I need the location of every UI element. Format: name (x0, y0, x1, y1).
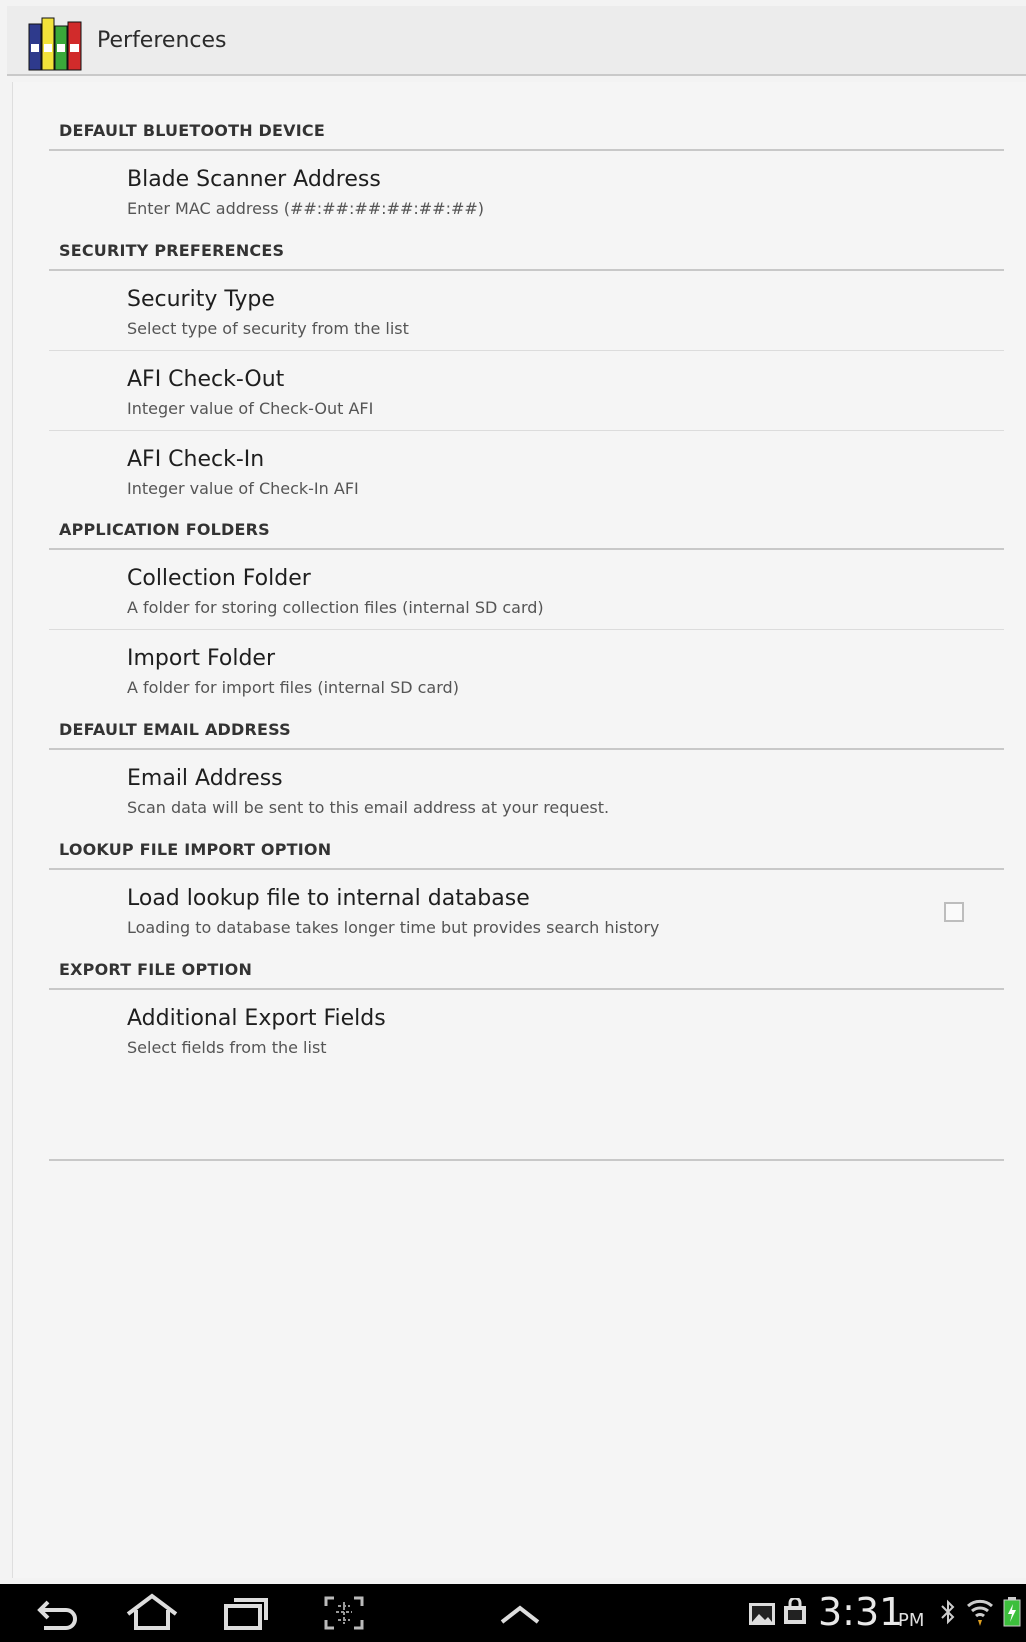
section-header-lookup: LOOKUP FILE IMPORT OPTION (49, 830, 1004, 870)
up-arrow-icon[interactable] (490, 1592, 550, 1634)
pref-security-type[interactable]: Security Type Select type of security fr… (49, 271, 1004, 351)
pref-summary: Select type of security from the list (127, 319, 409, 338)
pref-collection-folder[interactable]: Collection Folder A folder for storing c… (49, 550, 1004, 630)
clock-time: 3:31 (818, 1590, 904, 1634)
pref-title: Blade Scanner Address (127, 167, 381, 192)
section-header-label: LOOKUP FILE IMPORT OPTION (59, 840, 332, 859)
preferences-list[interactable]: DEFAULT BLUETOOTH DEVICE Blade Scanner A… (12, 82, 1026, 1578)
pref-title: Load lookup file to internal database (127, 886, 530, 911)
pref-afi-check-in[interactable]: AFI Check-In Integer value of Check-In A… (49, 431, 1004, 511)
gallery-icon (748, 1602, 776, 1630)
pref-title: Security Type (127, 287, 275, 312)
system-bar: 3:31 PM (0, 1584, 1026, 1642)
pref-title: Additional Export Fields (127, 1006, 386, 1031)
section-header-folders: APPLICATION FOLDERS (49, 510, 1004, 550)
section-header-export: EXPORT FILE OPTION (49, 950, 1004, 990)
shopping-bag-icon (782, 1596, 808, 1630)
section-header-label: SECURITY PREFERENCES (59, 241, 285, 260)
section-header-label: DEFAULT EMAIL ADDRESS (59, 720, 291, 739)
pref-import-folder[interactable]: Import Folder A folder for import files … (49, 630, 1004, 710)
pref-summary: A folder for storing collection files (i… (127, 598, 544, 617)
pref-title: Collection Folder (127, 566, 311, 591)
clock-ampm: PM (898, 1610, 925, 1631)
screen: Perferences DEFAULT BLUETOOTH DEVICE Bla… (0, 0, 1026, 1642)
pref-load-lookup-file[interactable]: Load lookup file to internal database Lo… (49, 870, 1004, 950)
section-header-bluetooth: DEFAULT BLUETOOTH DEVICE (49, 111, 1004, 151)
screenshot-icon[interactable] (314, 1592, 374, 1634)
recent-apps-icon[interactable] (216, 1592, 276, 1634)
pref-summary: A folder for import files (internal SD c… (127, 678, 459, 697)
wifi-icon (966, 1598, 994, 1632)
pref-summary: Loading to database takes longer time bu… (127, 918, 660, 937)
pref-title: AFI Check-In (127, 447, 265, 472)
pref-summary: Select fields from the list (127, 1038, 327, 1057)
section-header-label: APPLICATION FOLDERS (59, 520, 270, 539)
page-title: Perferences (97, 28, 227, 53)
section-header-security: SECURITY PREFERENCES (49, 231, 1004, 271)
section-header-email: DEFAULT EMAIL ADDRESS (49, 710, 1004, 750)
load-lookup-checkbox[interactable] (944, 902, 964, 922)
pref-summary: Integer value of Check-In AFI (127, 479, 359, 498)
books-icon[interactable] (27, 14, 89, 72)
pref-email-address[interactable]: Email Address Scan data will be sent to … (49, 750, 1004, 830)
pref-title: AFI Check-Out (127, 367, 285, 392)
battery-charging-icon (1002, 1596, 1022, 1632)
bluetooth-icon (940, 1598, 956, 1630)
pref-additional-export-fields[interactable]: Additional Export Fields Select fields f… (49, 990, 1004, 1070)
pref-afi-check-out[interactable]: AFI Check-Out Integer value of Check-Out… (49, 351, 1004, 431)
pref-title: Email Address (127, 766, 283, 791)
pref-summary: Enter MAC address (##:##:##:##:##:##) (127, 199, 485, 218)
home-icon[interactable] (122, 1592, 182, 1634)
pref-title: Import Folder (127, 646, 275, 671)
pref-summary: Integer value of Check-Out AFI (127, 399, 374, 418)
section-header-label: DEFAULT BLUETOOTH DEVICE (59, 121, 325, 140)
back-icon[interactable] (28, 1592, 88, 1634)
pref-blade-scanner-address[interactable]: Blade Scanner Address Enter MAC address … (49, 151, 1004, 231)
pref-summary: Scan data will be sent to this email add… (127, 798, 610, 817)
section-header-label: EXPORT FILE OPTION (59, 960, 253, 979)
list-end-divider (49, 1159, 1004, 1161)
action-bar: Perferences (7, 6, 1026, 76)
